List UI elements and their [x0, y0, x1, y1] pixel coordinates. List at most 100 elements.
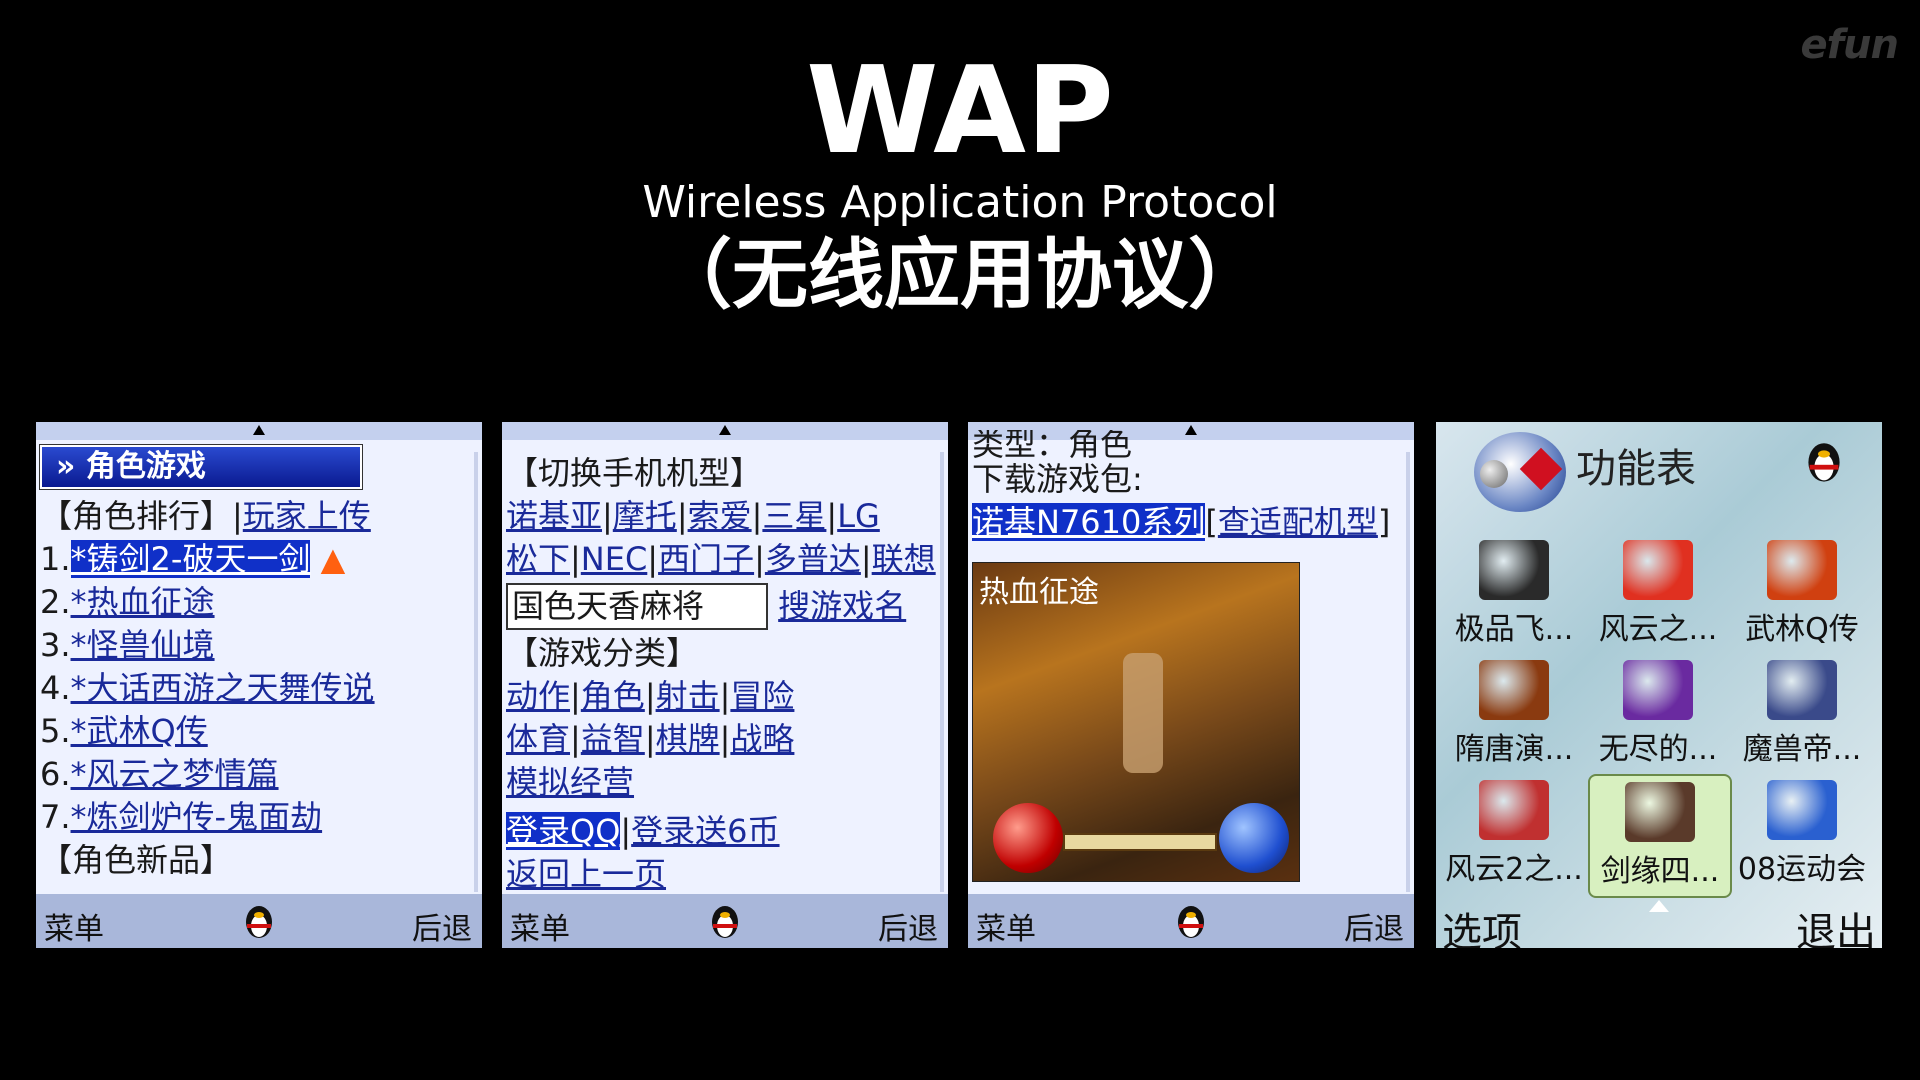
app-icon — [1623, 540, 1693, 600]
exit-softkey[interactable]: 退出 — [1796, 900, 1876, 948]
category-link[interactable]: 射击 — [656, 677, 720, 715]
app-icon — [1623, 660, 1693, 720]
page-subtitle: Wireless Application Protocol — [642, 177, 1278, 228]
page-subtitle-cn: （无线应用协议） — [656, 230, 1264, 319]
app-icon — [1767, 540, 1837, 600]
app-icon — [1479, 540, 1549, 600]
app-item[interactable]: 风云之... — [1588, 540, 1728, 648]
upload-link[interactable]: 玩家上传 — [243, 497, 371, 535]
brand-link[interactable]: 联想 — [872, 540, 936, 578]
list-item[interactable]: 3.*怪兽仙境 — [40, 624, 470, 667]
type-label: 类型：角色 — [972, 430, 1133, 458]
qq-penguin-icon — [1178, 906, 1204, 938]
download-label: 下载游戏包: — [972, 460, 1143, 498]
brand-link[interactable]: 西门子 — [658, 540, 754, 578]
scroll-up-icon — [1649, 900, 1669, 912]
category-link[interactable]: 模拟经营 — [506, 763, 634, 801]
category-link[interactable]: 角色 — [581, 677, 645, 715]
switch-model-label: 【切换手机机型】 — [506, 454, 763, 492]
qq-penguin-icon — [1808, 443, 1840, 482]
app-item[interactable]: 无尽的... — [1588, 660, 1728, 768]
menu-softkey[interactable]: 菜单 — [976, 904, 1036, 948]
brand-link[interactable]: 索爱 — [688, 497, 752, 535]
page-title: WAP — [806, 42, 1114, 181]
ranking-label: 【角色排行】 — [40, 497, 233, 535]
menu-title: 功能表 — [1576, 446, 1696, 492]
brand-link[interactable]: 松下 — [506, 540, 570, 578]
search-button[interactable]: 搜游戏名 — [778, 587, 906, 625]
app-item[interactable]: 风云2之... — [1444, 780, 1584, 888]
list-item[interactable]: 7.*炼剑炉传-鬼面劫 — [40, 796, 470, 839]
status-bar — [502, 422, 948, 440]
brand-link[interactable]: NEC — [581, 540, 648, 578]
back-prev-link[interactable]: 返回上一页 — [506, 855, 666, 893]
game-screenshot[interactable]: 热血征途 — [972, 562, 1300, 882]
scrollbar[interactable] — [474, 452, 478, 892]
check-models-link[interactable]: 查适配机型 — [1218, 503, 1378, 541]
app-icon — [1767, 780, 1837, 840]
list-item[interactable]: 4.*大话西游之天舞传说 — [40, 667, 470, 710]
game-title: 热血征途 — [979, 575, 1099, 610]
login-gift-link[interactable]: 登录送6币 — [631, 812, 779, 850]
section-header: » 角色游戏 — [39, 444, 470, 495]
app-icon — [1625, 782, 1695, 842]
model-selected-link[interactable]: 诺基N7610系列 — [972, 503, 1206, 541]
softkey-bar: 选项 退出 — [1436, 898, 1882, 948]
menu-softkey[interactable]: 菜单 — [510, 904, 570, 948]
category-link[interactable]: 棋牌 — [656, 720, 720, 758]
status-bar — [36, 422, 482, 440]
app-item[interactable]: 武林Q传 — [1732, 540, 1872, 648]
new-label: 【角色新品】 — [40, 841, 233, 879]
brand-link[interactable]: 三星 — [762, 497, 826, 535]
softkey-bar: 菜单 后退 — [502, 894, 948, 948]
app-item[interactable]: 隋唐演... — [1444, 660, 1584, 768]
scrollbar[interactable] — [940, 452, 944, 892]
brand-row: 诺基亚|摩托|索爱|三星|LG — [506, 497, 880, 535]
softkey-bar: 菜单 后退 — [36, 894, 482, 948]
app-item[interactable]: 极品飞... — [1444, 540, 1584, 648]
list-item[interactable]: 6.*风云之梦情篇 — [40, 753, 470, 796]
app-icon — [1479, 780, 1549, 840]
softkey-bar: 菜单 后退 — [968, 894, 1414, 948]
app-item[interactable]: 魔兽帝... — [1732, 660, 1872, 768]
scroll-up-icon — [719, 425, 731, 435]
blue-orb-icon — [1219, 803, 1289, 873]
fire-icon: ▲ — [320, 540, 346, 578]
qq-penguin-icon — [712, 906, 738, 938]
symbian-orb-icon — [1474, 432, 1566, 512]
scroll-up-icon — [253, 425, 265, 435]
app-icon — [1767, 660, 1837, 720]
menu-softkey[interactable]: 菜单 — [44, 904, 104, 948]
category-link[interactable]: 体育 — [506, 720, 570, 758]
category-link[interactable]: 冒险 — [730, 677, 794, 715]
category-label: 【游戏分类】 — [506, 634, 699, 672]
app-item-selected[interactable]: 剑缘四... — [1588, 774, 1732, 898]
game-bar — [1063, 833, 1217, 851]
brand-link[interactable]: 多普达 — [765, 540, 861, 578]
qq-penguin-icon — [246, 906, 272, 938]
back-softkey[interactable]: 后退 — [878, 904, 938, 948]
category-link[interactable]: 益智 — [581, 720, 645, 758]
brand-link[interactable]: 诺基亚 — [506, 497, 602, 535]
category-link[interactable]: 战略 — [730, 720, 794, 758]
list-item[interactable]: 5.*武林Q传 — [40, 710, 470, 753]
options-softkey[interactable]: 选项 — [1442, 900, 1522, 948]
search-input[interactable]: 国色天香麻将 — [506, 583, 768, 630]
brand-row: 松下|NEC|西门子|多普达|联想 — [506, 540, 936, 578]
app-item[interactable]: 08运动会 — [1732, 780, 1872, 888]
scrollbar[interactable] — [1406, 452, 1410, 892]
login-qq-link[interactable]: 登录QQ — [506, 812, 621, 850]
list-item[interactable]: 1.*铸剑2-破天一剑 ▲ — [40, 538, 470, 581]
phone-screen-game-download: 类型：角色 下载游戏包: 诺基N7610系列[查适配机型] 热血征途 菜单 后退 — [968, 422, 1414, 948]
app-icon — [1479, 660, 1549, 720]
back-softkey[interactable]: 后退 — [412, 904, 472, 948]
red-orb-icon — [993, 803, 1063, 873]
brand-link[interactable]: 摩托 — [613, 497, 677, 535]
phone-screen-function-menu: 功能表 极品飞... 风云之... 武林Q传 隋唐演... 无尽的... 魔兽帝… — [1436, 422, 1882, 948]
brand-link[interactable]: LG — [837, 497, 880, 535]
character-figure — [1123, 653, 1163, 773]
list-item[interactable]: 2.*热血征途 — [40, 581, 470, 624]
category-link[interactable]: 动作 — [506, 677, 570, 715]
back-softkey[interactable]: 后退 — [1344, 904, 1404, 948]
phone-screen-role-games: » 角色游戏 【角色排行】|玩家上传 1.*铸剑2-破天一剑 ▲ 2.*热血征途… — [36, 422, 482, 948]
